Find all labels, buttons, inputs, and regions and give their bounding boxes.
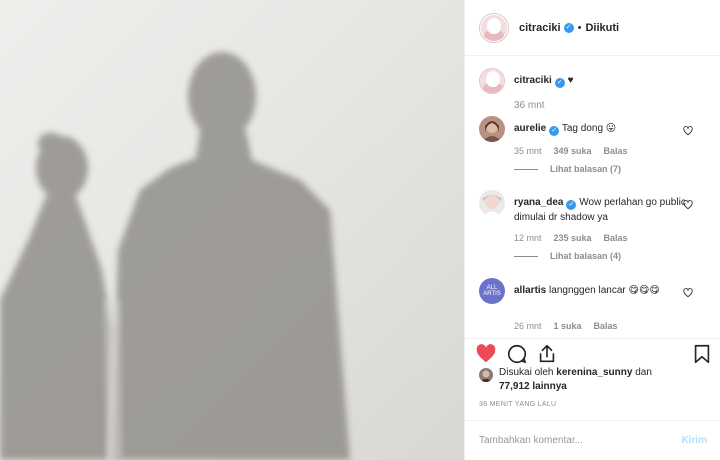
- reply-button[interactable]: Balas: [604, 146, 628, 156]
- likes-count[interactable]: 77,912 lainnya: [499, 381, 567, 392]
- comment-like-heart-icon[interactable]: [683, 200, 693, 210]
- share-icon[interactable]: [536, 343, 558, 365]
- comment-username[interactable]: aurelie: [514, 123, 546, 134]
- view-replies-button[interactable]: Lihat balasan (7): [514, 164, 621, 174]
- comment-like-heart-icon[interactable]: [683, 288, 693, 298]
- comment-text: langnggen lancar 😋😋😋: [549, 285, 660, 296]
- likes-summary: Disukai oleh kerenina_sunny dan 77,912 l…: [479, 366, 709, 396]
- comment-meta: 35 mnt 349 suka Balas: [514, 146, 628, 156]
- follow-status-button[interactable]: Diikuti: [585, 22, 619, 34]
- post-header: citraciki ✓ • Diikuti: [465, 0, 720, 56]
- caption-time-text: 36 mnt: [514, 100, 545, 111]
- replies-line: [514, 168, 538, 170]
- comment-username[interactable]: allartis: [514, 285, 546, 296]
- verified-badge-icon: ✓: [563, 22, 574, 33]
- comment-body: aurelie ✓ Tag dong 😛: [514, 121, 694, 137]
- view-replies-label: Lihat balasan (7): [550, 164, 622, 174]
- comment-meta: 26 mnt 1 suka Balas: [514, 321, 618, 331]
- caption: citraciki ✓ ♥ 36 mnt: [479, 68, 715, 118]
- commenter-avatar[interactable]: [479, 116, 505, 142]
- comment-item: ALL ARTIS allartis langnggen lancar 😋😋😋 …: [479, 278, 715, 338]
- post-actions-bar: [465, 338, 720, 368]
- likes-prefix: Disukai oleh: [499, 367, 557, 378]
- verified-badge-icon: ✓: [566, 200, 577, 210]
- likes-conj: dan: [632, 367, 652, 378]
- caption-body: citraciki ✓ ♥: [514, 73, 694, 89]
- author-avatar[interactable]: [479, 12, 509, 43]
- instagram-post-modal: citraciki ✓ • Diikuti citraciki ✓ ♥ 36 mn…: [0, 0, 720, 460]
- liker-username[interactable]: kerenina_sunny: [556, 367, 632, 378]
- post-side-panel: citraciki ✓ • Diikuti citraciki ✓ ♥ 36 mn…: [464, 0, 720, 460]
- commenter-avatar[interactable]: ALL ARTIS: [479, 278, 505, 304]
- commenter-avatar[interactable]: [479, 190, 505, 216]
- verified-badge-icon: ✓: [549, 126, 560, 136]
- liker-avatar[interactable]: [479, 368, 493, 382]
- view-replies-button[interactable]: Lihat balasan (4): [514, 251, 621, 261]
- comment-icon[interactable]: [506, 343, 528, 365]
- comment-likes[interactable]: 235 suka: [554, 233, 592, 243]
- comment-input[interactable]: [479, 435, 682, 446]
- comment-body: allartis langnggen lancar 😋😋😋: [514, 283, 694, 298]
- caption-author-avatar[interactable]: [479, 68, 505, 94]
- caption-time: 36 mnt: [514, 100, 545, 111]
- comment-meta: 12 mnt 235 suka Balas: [514, 233, 628, 243]
- comment-text: Tag dong 😛: [561, 123, 617, 134]
- comment-likes[interactable]: 349 suka: [554, 146, 592, 156]
- shadow-silhouette-image: [0, 52, 350, 460]
- caption-username[interactable]: citraciki: [514, 75, 552, 86]
- comment-like-heart-icon[interactable]: [683, 126, 693, 136]
- add-comment-bar: Kirim: [465, 420, 720, 460]
- heart-filled-icon[interactable]: [475, 343, 497, 365]
- comment-time: 35 mnt: [514, 146, 542, 156]
- reply-button[interactable]: Balas: [604, 233, 628, 243]
- caption-text: ♥: [567, 75, 574, 86]
- comment-username[interactable]: ryana_dea: [514, 197, 563, 208]
- comment-time: 12 mnt: [514, 233, 542, 243]
- bookmark-icon[interactable]: [691, 343, 713, 365]
- verified-badge-icon: ✓: [554, 78, 565, 88]
- view-replies-label: Lihat balasan (4): [550, 251, 622, 261]
- comments-list[interactable]: citraciki ✓ ♥ 36 mnt aurelie ✓ Tag dong 😛: [465, 56, 720, 338]
- separator-dot: •: [577, 21, 582, 34]
- comment-body: ryana_dea ✓ Wow perlahan go public dimula…: [514, 195, 694, 225]
- replies-line: [514, 255, 538, 257]
- comment-time: 26 mnt: [514, 321, 542, 331]
- comment-item: ryana_dea ✓ Wow perlahan go public dimula…: [479, 190, 715, 266]
- reply-button[interactable]: Balas: [594, 321, 618, 331]
- author-username[interactable]: citraciki: [519, 22, 561, 34]
- post-image[interactable]: [0, 0, 464, 460]
- comment-likes[interactable]: 1 suka: [554, 321, 582, 331]
- post-comment-button[interactable]: Kirim: [681, 435, 707, 446]
- comment-item: aurelie ✓ Tag dong 😛 35 mnt 349 suka Bala…: [479, 116, 715, 176]
- likes-text: Disukai oleh kerenina_sunny dan 77,912 l…: [499, 366, 652, 394]
- avatar-initials: ALL ARTIS: [483, 285, 501, 297]
- post-timestamp[interactable]: 36 MENIT YANG LALU: [479, 401, 556, 408]
